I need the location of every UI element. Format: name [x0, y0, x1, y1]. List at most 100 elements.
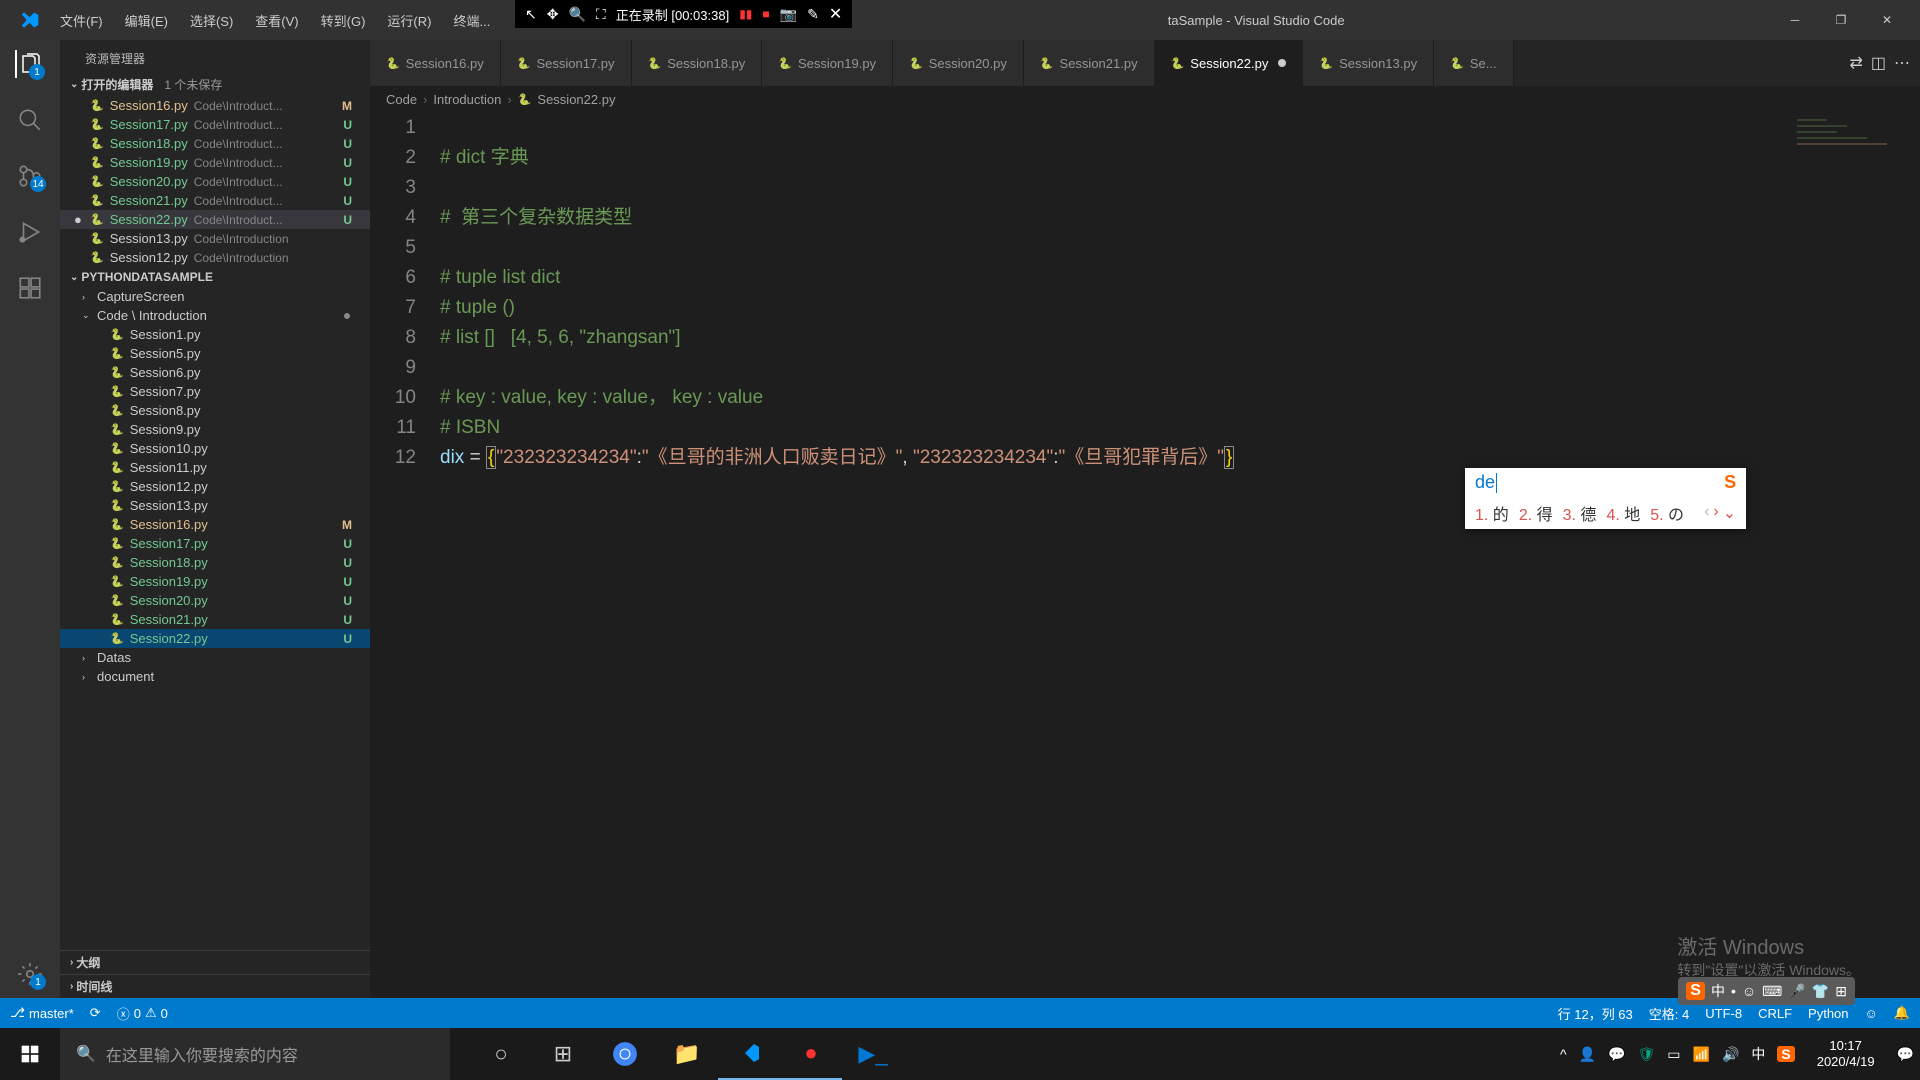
pause-icon[interactable]: ▮▮	[739, 7, 752, 21]
timeline-header[interactable]: › 时间线	[60, 974, 370, 998]
scm-icon[interactable]: 14	[16, 162, 44, 190]
cortana-icon[interactable]: ○	[470, 1028, 532, 1080]
editor-tab[interactable]: 🐍 Session13.py	[1303, 40, 1434, 86]
file-item[interactable]: 🐍 Session17.py U	[60, 534, 370, 553]
ime-mic-icon[interactable]: 🎤	[1788, 983, 1805, 1000]
file-item[interactable]: 🐍 Session12.py	[60, 477, 370, 496]
explorer-icon[interactable]: 1	[15, 50, 43, 78]
wifi-icon[interactable]: 📶	[1693, 1046, 1710, 1063]
file-item[interactable]: 🐍 Session20.py U	[60, 591, 370, 610]
stop-icon[interactable]: ■	[762, 7, 769, 21]
compare-icon[interactable]: ⇄	[1849, 53, 1862, 73]
recording-app-icon[interactable]: ●	[780, 1028, 842, 1080]
ime-candidates[interactable]: 1. 的2. 得3. 德4. 地5. の‹›⌄	[1465, 497, 1746, 529]
editor-tab[interactable]: 🐍 Session20.py	[893, 40, 1024, 86]
file-explorer-icon[interactable]: 📁	[656, 1028, 718, 1080]
pencil-icon[interactable]: ✎	[807, 6, 819, 23]
vscode-taskbar-icon[interactable]	[718, 1028, 780, 1080]
ime-page-arrows[interactable]: ‹›⌄	[1704, 503, 1736, 523]
menu-file[interactable]: 文件(F)	[50, 7, 113, 34]
debug-icon[interactable]	[16, 218, 44, 246]
people-icon[interactable]: 👤	[1579, 1046, 1596, 1063]
file-item[interactable]: 🐍 Session13.py	[60, 496, 370, 515]
outline-header[interactable]: › 大纲	[60, 950, 370, 974]
workspace-header[interactable]: ⌄ PYTHONDATASAMPLE	[60, 267, 370, 287]
ime-ch-icon[interactable]: 中	[1711, 981, 1725, 1001]
editor-tab[interactable]: 🐍 Session16.py	[370, 40, 501, 86]
split-icon[interactable]: ◫	[1871, 53, 1886, 73]
eol[interactable]: CRLF	[1758, 1006, 1792, 1021]
extensions-icon[interactable]	[16, 274, 44, 302]
folder-item[interactable]: › document	[60, 667, 370, 686]
chrome-icon[interactable]	[594, 1028, 656, 1080]
menu-go[interactable]: 转到(G)	[311, 7, 376, 34]
feedback-icon[interactable]: ☺	[1865, 1006, 1878, 1021]
menu-selection[interactable]: 选择(S)	[180, 7, 243, 34]
ime-emoji-icon[interactable]: ☺	[1742, 983, 1756, 999]
open-editor-item[interactable]: 🐍 Session17.py Code\Introduct... U	[60, 115, 370, 134]
action-center-icon[interactable]: 💬	[1897, 1046, 1914, 1063]
file-item[interactable]: 🐍 Session7.py	[60, 382, 370, 401]
breadcrumb[interactable]: Code› Introduction› 🐍 Session22.py	[370, 86, 1920, 113]
ime-indicator[interactable]: 中	[1751, 1044, 1765, 1064]
file-item[interactable]: 🐍 Session21.py U	[60, 610, 370, 629]
powershell-icon[interactable]: ▶_	[842, 1028, 904, 1080]
fullscreen-icon[interactable]: ⛶	[596, 6, 606, 23]
file-item[interactable]: 🐍 Session19.py U	[60, 572, 370, 591]
code-content[interactable]: # dict 字典 # 第三个复杂数据类型 # tuple list dict#…	[440, 113, 1920, 998]
camera-icon[interactable]: 📷	[780, 6, 797, 23]
settings-icon[interactable]: 1	[16, 960, 44, 988]
open-editor-item[interactable]: 🐍 Session12.py Code\Introduction	[60, 248, 370, 267]
cursor-position[interactable]: 行 12，列 63	[1558, 1004, 1633, 1023]
menu-terminal[interactable]: 终端...	[443, 7, 500, 34]
ime-candidate[interactable]: 1. 的	[1475, 501, 1509, 525]
more-icon[interactable]: ⋯	[1894, 53, 1910, 73]
folder-item[interactable]: › Datas	[60, 648, 370, 667]
taskview-icon[interactable]: ⊞	[532, 1028, 594, 1080]
search-icon[interactable]	[16, 106, 44, 134]
ime-candidate[interactable]: 3. 德	[1563, 501, 1597, 525]
git-branch[interactable]: ⎇ master*	[10, 1005, 74, 1021]
menu-view[interactable]: 查看(V)	[245, 7, 308, 34]
editor-tab[interactable]: 🐍 Session22.py	[1155, 40, 1304, 86]
file-item[interactable]: 🐍 Session22.py U	[60, 629, 370, 648]
tray-expand-icon[interactable]: ^	[1560, 1046, 1567, 1062]
maximize-button[interactable]: ❐	[1818, 0, 1864, 40]
open-editor-item[interactable]: 🐍 Session18.py Code\Introduct... U	[60, 134, 370, 153]
menu-edit[interactable]: 编辑(E)	[115, 7, 178, 34]
file-item[interactable]: 🐍 Session18.py U	[60, 553, 370, 572]
cursor-icon[interactable]: ↖	[525, 6, 537, 23]
file-item[interactable]: 🐍 Session11.py	[60, 458, 370, 477]
notifications-icon[interactable]: 🔔	[1894, 1005, 1910, 1021]
editor-tab[interactable]: 🐍 Session21.py	[1024, 40, 1155, 86]
ime-keyboard-icon[interactable]: ⌨	[1762, 983, 1782, 1000]
file-item[interactable]: 🐍 Session5.py	[60, 344, 370, 363]
file-item[interactable]: 🐍 Session8.py	[60, 401, 370, 420]
file-item[interactable]: 🐍 Session9.py	[60, 420, 370, 439]
ime-skin-icon[interactable]: 👕	[1812, 983, 1829, 1000]
menu-run[interactable]: 运行(R)	[377, 7, 441, 34]
open-editor-item[interactable]: ● 🐍 Session22.py Code\Introduct... U	[60, 210, 370, 229]
folder-item[interactable]: ⌄ Code \ Introduction	[60, 306, 370, 325]
minimap[interactable]	[1792, 113, 1902, 998]
volume-icon[interactable]: 🔊	[1722, 1046, 1739, 1063]
folder-item[interactable]: › CaptureScreen	[60, 287, 370, 306]
minimize-button[interactable]: ─	[1772, 0, 1818, 40]
file-item[interactable]: 🐍 Session6.py	[60, 363, 370, 382]
encoding[interactable]: UTF-8	[1705, 1006, 1742, 1021]
ime-candidate[interactable]: 5. の	[1650, 501, 1684, 525]
ime-toolbox-icon[interactable]: ⊞	[1835, 983, 1847, 1000]
file-item[interactable]: 🐍 Session16.py M	[60, 515, 370, 534]
code-area[interactable]: 123456789101112 # dict 字典 # 第三个复杂数据类型 # …	[370, 113, 1920, 998]
zoom-icon[interactable]: 🔍	[568, 6, 585, 23]
open-editors-header[interactable]: ⌄ 打开的编辑器 1 个未保存	[60, 73, 370, 96]
battery-icon[interactable]: ▭	[1667, 1046, 1680, 1063]
editor-tab[interactable]: 🐍 Session19.py	[762, 40, 893, 86]
open-editor-item[interactable]: 🐍 Session21.py Code\Introduct... U	[60, 191, 370, 210]
indentation[interactable]: 空格: 4	[1649, 1004, 1689, 1023]
wechat-icon[interactable]: 💬	[1608, 1046, 1625, 1063]
file-item[interactable]: 🐍 Session1.py	[60, 325, 370, 344]
sogou-tray-icon[interactable]: S	[1777, 1046, 1794, 1062]
taskbar-search[interactable]: 🔍 在这里输入你要搜索的内容	[60, 1028, 450, 1080]
open-editor-item[interactable]: 🐍 Session13.py Code\Introduction	[60, 229, 370, 248]
